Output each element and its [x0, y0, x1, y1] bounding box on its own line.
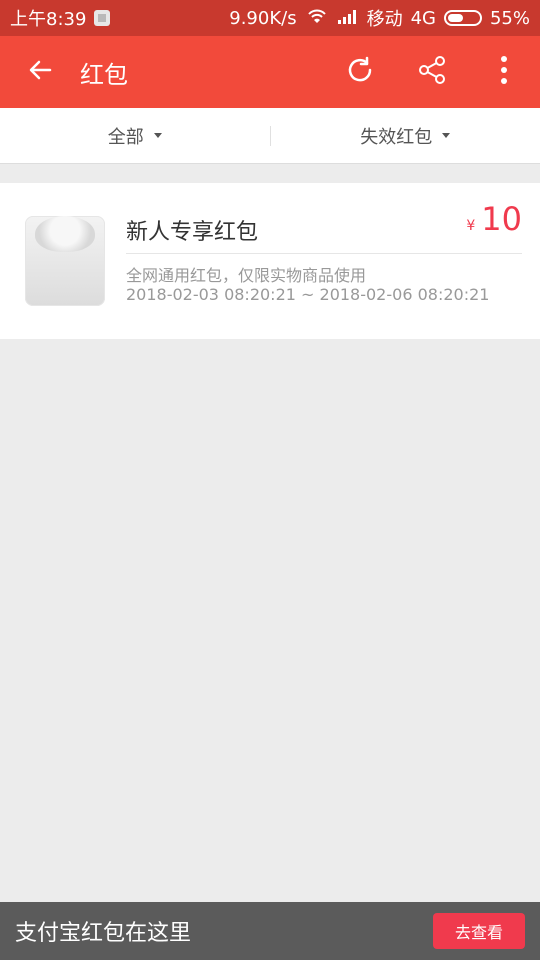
- filter-all-label: 全部: [107, 126, 144, 148]
- battery-percent: 55%: [489, 7, 530, 29]
- red-packet-card[interactable]: [0, 183, 540, 339]
- status-right: 9.90K/s 移动 4G 55%: [229, 5, 530, 31]
- red-packet-title: 新人专享红包: [126, 220, 259, 245]
- card-divider: [126, 253, 522, 254]
- share-button[interactable]: [396, 36, 468, 108]
- alipay-promo-bar: 支付宝红包在这里 去查看: [0, 902, 540, 960]
- battery-icon: [443, 10, 482, 26]
- amount-value: 10: [481, 200, 522, 238]
- battery-level: [447, 14, 463, 22]
- carrier: 移动: [366, 9, 403, 30]
- refresh-icon: [344, 54, 376, 90]
- wifi-icon: [305, 7, 329, 30]
- caret-down-icon: [442, 133, 451, 138]
- caret-down-icon: [153, 133, 162, 138]
- filter-status-label: 失效红包: [360, 126, 433, 148]
- back-button[interactable]: [10, 36, 70, 108]
- status-time: 上午8:39: [10, 9, 87, 30]
- network-speed: 9.90K/s: [229, 7, 297, 29]
- red-packet-flap: [35, 216, 95, 252]
- filter-all-dropdown[interactable]: 全部: [0, 123, 270, 149]
- status-left: 上午8:39: [10, 5, 111, 31]
- page-title: 红包: [80, 60, 128, 89]
- filter-status-dropdown[interactable]: 失效红包: [271, 123, 540, 149]
- notification-icon: [94, 10, 111, 26]
- app-bar: 红包: [0, 36, 540, 108]
- red-packet-thumbnail: [25, 216, 105, 306]
- filter-bar: 全部 失效红包: [0, 108, 540, 164]
- currency-symbol: ¥: [466, 218, 476, 234]
- view-button[interactable]: 去查看: [433, 913, 525, 949]
- back-arrow-icon: [26, 56, 54, 88]
- red-packet-amount: ¥ 10: [466, 200, 522, 238]
- status-bar: 上午8:39 9.90K/s 移动 4G 55%: [0, 0, 540, 36]
- red-packet-validity: 2018-02-03 08:20:21 ~ 2018-02-06 08:20:2…: [126, 285, 490, 304]
- signal-icon: [337, 8, 359, 29]
- more-vertical-icon: [500, 55, 508, 89]
- more-button[interactable]: [468, 36, 540, 108]
- promo-message: 支付宝红包在这里: [15, 921, 192, 946]
- network-type: 4G: [410, 7, 436, 29]
- refresh-button[interactable]: [324, 36, 396, 108]
- share-icon: [416, 54, 448, 90]
- red-packet-description: 全网通用红包，仅限实物商品使用: [126, 266, 367, 285]
